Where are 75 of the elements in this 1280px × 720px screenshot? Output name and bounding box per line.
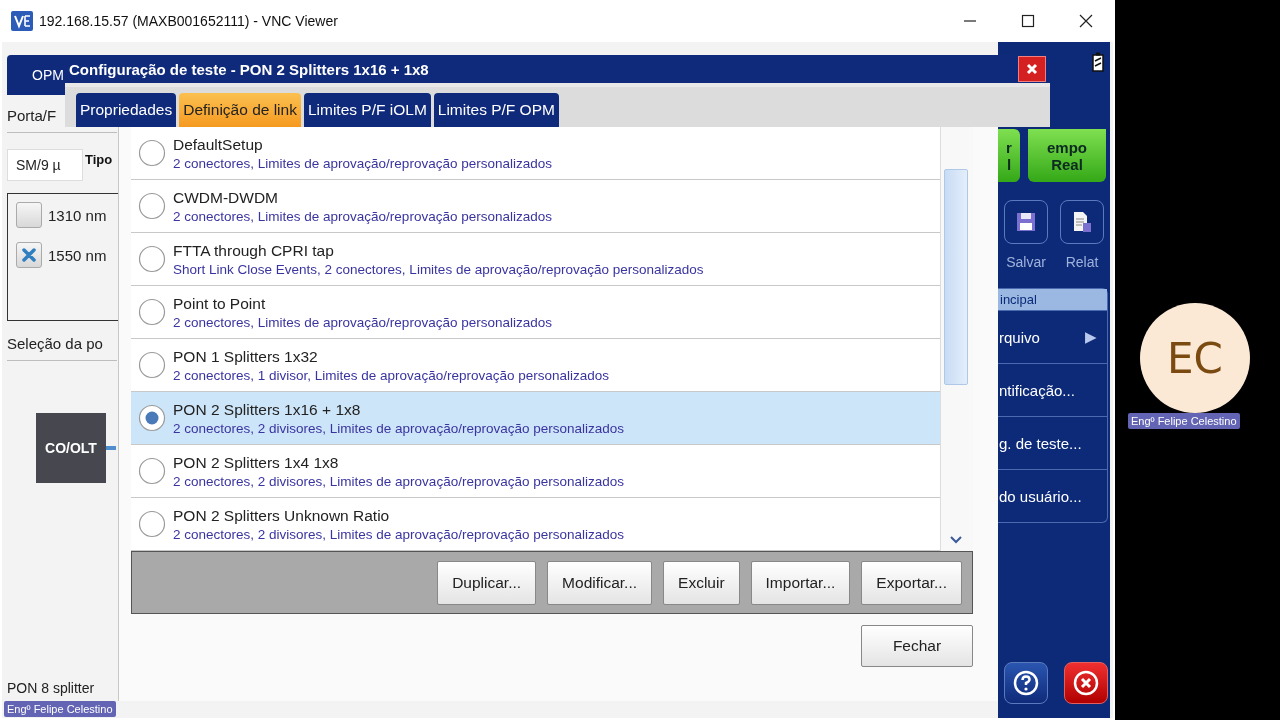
setup-name: FTTA through CPRI tap — [173, 241, 335, 260]
checkbox[interactable] — [16, 242, 42, 268]
action-button[interactable]: r l — [998, 129, 1020, 182]
help-button[interactable] — [1004, 662, 1048, 704]
setup-name: PON 2 Splitters 1x4 1x8 — [173, 453, 340, 472]
setup-description: 2 conectores, 1 divisor, Limites de aprovação/reprovação personalizados — [173, 367, 609, 383]
close-icon[interactable] — [1079, 14, 1093, 28]
setup-description: 2 conectores, Limites de aprovação/reprovação personalizados — [173, 155, 552, 171]
action-button[interactable]: Duplicar... — [437, 560, 537, 605]
port-label: Porta/F — [7, 107, 57, 124]
radio-button[interactable] — [138, 404, 166, 432]
report-button[interactable] — [1060, 200, 1104, 244]
save-button[interactable] — [1004, 200, 1048, 244]
tab[interactable]: Definição de link — [179, 93, 301, 127]
setup-name: CWDM-DWDM — [173, 188, 280, 207]
dialog-title: Configuração de teste - PON 2 Splitters 1x16 + 1x8 — [69, 60, 429, 78]
name-tag: Engº Felipe Celestino — [1128, 413, 1240, 429]
setup-name: DefaultSetup — [173, 135, 264, 154]
tab[interactable]: Limites P/F iOLM — [303, 93, 431, 127]
radio-button[interactable] — [138, 245, 166, 273]
vnc-logo-icon — [11, 11, 33, 31]
section-label: Seleção da po — [7, 335, 104, 352]
menu-header: incipal — [998, 289, 1107, 310]
wavelength-label: 1310 nm — [48, 206, 107, 224]
exit-button[interactable] — [1064, 662, 1108, 704]
setup-description: 2 conectores, 2 divisores, Limites de aprovação/reprovação personalizados — [173, 420, 624, 436]
scrollbar[interactable] — [940, 127, 973, 551]
floppy-icon — [1016, 212, 1036, 232]
wavelength-label: 1550 nm — [48, 246, 107, 264]
opm-tab[interactable]: OPM — [7, 55, 65, 95]
close-icon — [1073, 670, 1099, 696]
avatar: EC — [1140, 303, 1250, 413]
window-title: 192.168.15.57 (MAXB001652111) - VNC Viewer — [39, 13, 338, 29]
radio-button[interactable] — [138, 510, 166, 538]
setup-name: PON 2 Splitters 1x16 + 1x8 — [173, 400, 362, 419]
tool-label: Salvar — [1006, 254, 1046, 270]
action-button[interactable]: Modificar... — [547, 560, 653, 605]
action-button[interactable]: Excluir — [663, 560, 740, 605]
maximize-icon[interactable] — [1021, 14, 1035, 28]
battery-icon — [1092, 52, 1104, 72]
x-icon — [21, 247, 37, 263]
close-button[interactable]: Fechar — [861, 625, 973, 667]
setup-name: Point to Point — [173, 294, 267, 313]
olt-node: CO/OLT — [36, 413, 106, 483]
setup-description: 2 conectores, 2 divisores, Limites de aprovação/reprovação personalizados — [173, 473, 624, 489]
scroll-down-icon[interactable] — [949, 535, 964, 545]
radio-button[interactable] — [138, 298, 166, 326]
checkbox[interactable] — [16, 202, 42, 228]
action-button[interactable]: empo Real — [1028, 129, 1106, 182]
close-icon — [1026, 63, 1038, 75]
tool-label: Relat — [1065, 254, 1099, 270]
submenu-arrow: ▶ — [1085, 328, 1097, 346]
help-icon — [1013, 670, 1039, 696]
setup-description: Short Link Close Events, 2 conectores, Limites de aprovação/reprovação personalizados — [173, 261, 704, 277]
action-button[interactable]: Exportar... — [861, 560, 962, 605]
radio-button[interactable] — [138, 351, 166, 379]
setup-description: 2 conectores, Limites de aprovação/reprovação personalizados — [173, 314, 552, 330]
setup-name: PON 2 Splitters Unknown Ratio — [173, 506, 391, 525]
action-button[interactable]: Importar... — [750, 560, 851, 605]
setup-description: 2 conectores, Limites de aprovação/reprovação personalizados — [173, 208, 552, 224]
scroll-thumb[interactable] — [944, 169, 969, 385]
document-icon — [1072, 211, 1092, 233]
setup-description: 2 conectores, 2 divisores, Limites de aprovação/reprovação personalizados — [173, 526, 624, 542]
close-button[interactable] — [1018, 56, 1046, 82]
radio-button[interactable] — [138, 457, 166, 485]
footer-label: PON 8 splitter — [7, 680, 95, 696]
radio-button[interactable] — [138, 192, 166, 220]
name-tag: Engº Felipe Celestino — [4, 701, 116, 717]
setup-row[interactable]: PON 2 Splitters 1x16 + 1x8 2 conectores, 2 divisores, Limites de aprovação/reprovação personalizados — [131, 392, 941, 445]
fiber-type-field[interactable]: SM/9 µ — [7, 149, 83, 181]
setup-name: PON 1 Splitters 1x32 — [173, 347, 319, 366]
tab[interactable]: Limites P/F OPM — [433, 93, 559, 127]
tab[interactable]: Propriedades — [76, 93, 177, 127]
type-label: Tipo — [85, 152, 113, 167]
radio-button[interactable] — [138, 139, 166, 167]
